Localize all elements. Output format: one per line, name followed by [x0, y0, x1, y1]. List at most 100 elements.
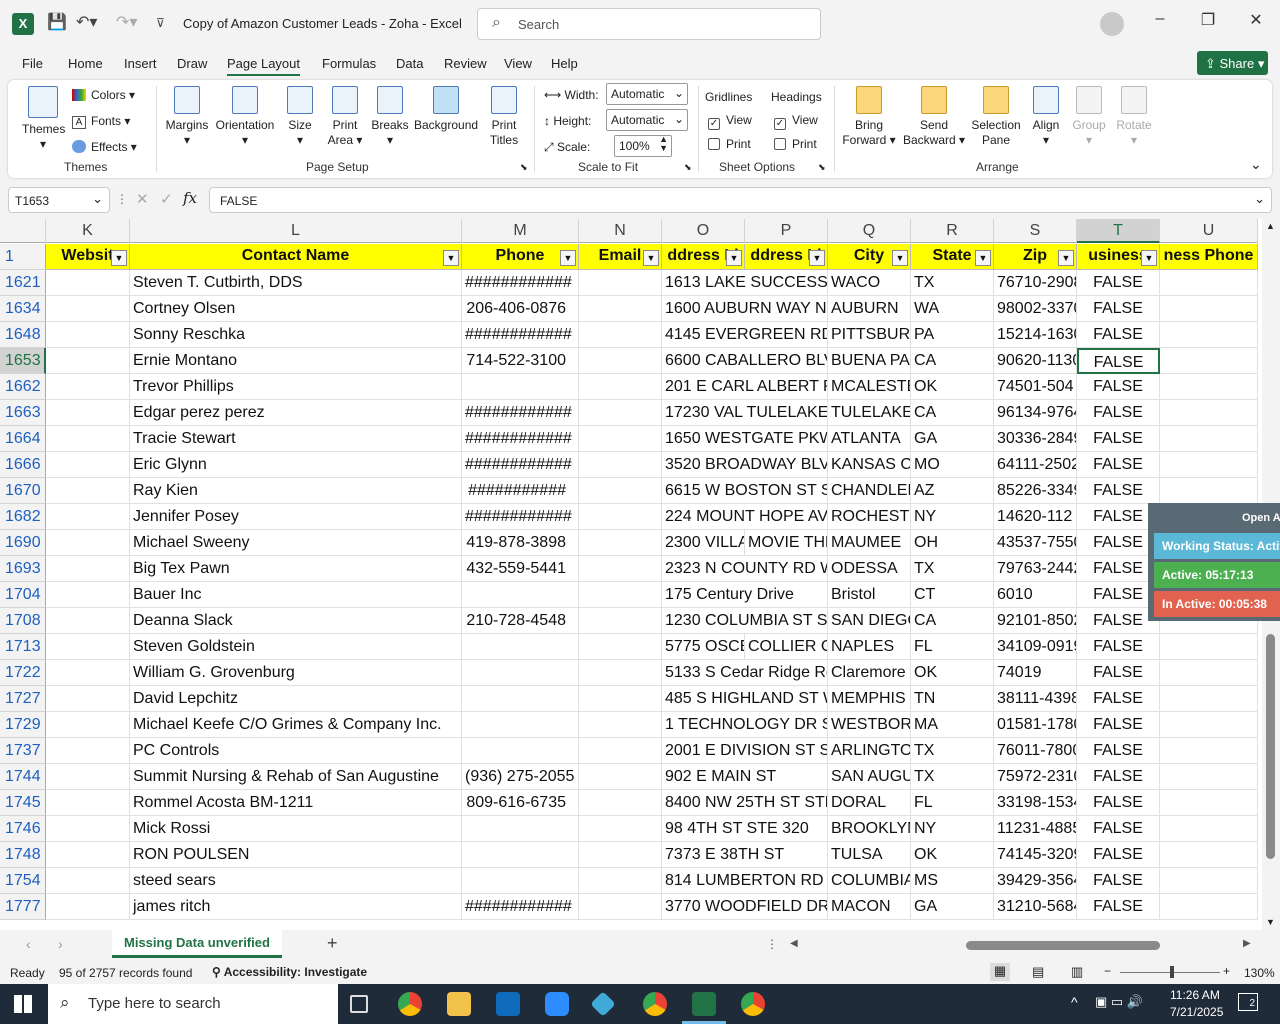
- table-cell[interactable]: [1160, 374, 1258, 400]
- table-cell[interactable]: [462, 816, 579, 842]
- table-cell[interactable]: FALSE: [1077, 842, 1160, 868]
- table-cell[interactable]: [1160, 270, 1258, 296]
- table-cell[interactable]: TX: [911, 270, 994, 296]
- column-header-t[interactable]: T: [1077, 219, 1160, 243]
- row-header[interactable]: 1745: [0, 790, 46, 816]
- table-cell[interactable]: 34109-0919: [994, 634, 1077, 660]
- close-icon[interactable]: ✕: [1241, 10, 1271, 30]
- table-cell[interactable]: [579, 660, 662, 686]
- zoom-icon[interactable]: [545, 992, 569, 1016]
- table-cell[interactable]: Jennifer Posey: [130, 504, 462, 530]
- send-backward-button[interactable]: Send Backward ▾: [902, 86, 966, 148]
- table-cell[interactable]: 432-559-5441: [462, 556, 579, 582]
- scroll-down-icon[interactable]: ▼: [1266, 917, 1275, 927]
- excel-taskbar-icon[interactable]: [692, 992, 716, 1016]
- width-select[interactable]: Automatic ⌄: [606, 83, 688, 105]
- row-header[interactable]: 1648: [0, 322, 46, 348]
- tab-page-layout[interactable]: Page Layout: [227, 56, 301, 76]
- row-header[interactable]: 1670: [0, 478, 46, 504]
- table-cell[interactable]: 485 S HIGHLAND ST W: [662, 686, 828, 712]
- table-cell[interactable]: 90620-1130: [994, 348, 1077, 374]
- table-cell[interactable]: 33198-1534: [994, 790, 1077, 816]
- row-header[interactable]: 1664: [0, 426, 46, 452]
- table-cell[interactable]: TULELAKE: [828, 400, 911, 426]
- table-cell[interactable]: [579, 452, 662, 478]
- table-cell[interactable]: (936) 275-2055: [462, 764, 579, 790]
- table-cell[interactable]: [46, 504, 130, 530]
- row-header[interactable]: 1729: [0, 712, 46, 738]
- table-cell[interactable]: Cortney Olsen: [130, 296, 462, 322]
- table-cell[interactable]: 74019: [994, 660, 1077, 686]
- table-cell[interactable]: FL: [911, 634, 994, 660]
- breaks-button[interactable]: Breaks ▾: [370, 86, 410, 148]
- table-cell[interactable]: TX: [911, 764, 994, 790]
- table-cell[interactable]: [579, 686, 662, 712]
- tab-draw[interactable]: Draw: [177, 56, 207, 71]
- table-cell[interactable]: 2323 N COUNTY RD W: [662, 556, 828, 582]
- row-header[interactable]: 1746: [0, 816, 46, 842]
- tab-data[interactable]: Data: [396, 56, 423, 71]
- table-cell[interactable]: FALSE: [1077, 660, 1160, 686]
- table-cell[interactable]: [579, 634, 662, 660]
- table-cell[interactable]: ############: [462, 270, 579, 296]
- table-cell[interactable]: 210-728-4548: [462, 608, 579, 634]
- table-cell[interactable]: [579, 504, 662, 530]
- table-cell[interactable]: [46, 322, 130, 348]
- name-box[interactable]: T1653 ⌄: [8, 187, 110, 213]
- table-cell[interactable]: CA: [911, 400, 994, 426]
- column-header-s[interactable]: S: [994, 219, 1077, 243]
- table-cell[interactable]: 1 TECHNOLOGY DR S: [662, 712, 828, 738]
- table-cell[interactable]: 98002-3370: [994, 296, 1077, 322]
- table-cell[interactable]: [46, 634, 130, 660]
- table-cell[interactable]: 92101-8502: [994, 608, 1077, 634]
- table-cell[interactable]: [462, 712, 579, 738]
- table-cell[interactable]: ROCHESTER: [828, 504, 911, 530]
- table-cell[interactable]: [579, 322, 662, 348]
- table-cell[interactable]: 2001 E DIVISION ST ST: [662, 738, 828, 764]
- table-cell[interactable]: [46, 608, 130, 634]
- table-cell[interactable]: MOVIE THE: [745, 530, 828, 556]
- table-cell[interactable]: ###########: [462, 478, 579, 504]
- table-cell[interactable]: 11231-4885: [994, 816, 1077, 842]
- table-cell[interactable]: ############: [462, 504, 579, 530]
- table-cell[interactable]: [46, 348, 130, 374]
- table-cell[interactable]: ############: [462, 894, 579, 920]
- column-header-n[interactable]: N: [579, 219, 662, 243]
- table-cell[interactable]: 1230 COLUMBIA ST S: [662, 608, 828, 634]
- table-cell[interactable]: FALSE: [1077, 478, 1160, 504]
- table-cell[interactable]: [1160, 712, 1258, 738]
- row-header[interactable]: 1666: [0, 452, 46, 478]
- table-cell[interactable]: COLLIER C: [745, 634, 828, 660]
- undo-icon[interactable]: ↶▾: [76, 12, 97, 32]
- table-cell[interactable]: KANSAS CITY: [828, 452, 911, 478]
- table-cell[interactable]: 76710-2908: [994, 270, 1077, 296]
- table-cell[interactable]: [579, 400, 662, 426]
- themes-button[interactable]: Themes ▾: [22, 86, 65, 152]
- table-cell[interactable]: CHANDLER: [828, 478, 911, 504]
- add-sheet-icon[interactable]: +: [327, 933, 338, 954]
- table-cell[interactable]: FALSE: [1077, 686, 1160, 712]
- table-cell[interactable]: [46, 530, 130, 556]
- hscroll-right-icon[interactable]: ▶: [1243, 938, 1251, 949]
- table-cell[interactable]: PITTSBURGH: [828, 322, 911, 348]
- print-area-button[interactable]: Print Area ▾: [326, 86, 364, 148]
- zoom-out-icon[interactable]: −: [1104, 964, 1111, 978]
- table-cell[interactable]: [579, 296, 662, 322]
- column-header-k[interactable]: K: [46, 219, 130, 243]
- table-cell[interactable]: [579, 712, 662, 738]
- tab-review[interactable]: Review: [444, 56, 487, 71]
- table-cell[interactable]: OK: [911, 374, 994, 400]
- table-cell[interactable]: SAN AUGUSTINE: [828, 764, 911, 790]
- table-cell[interactable]: TULSA: [828, 842, 911, 868]
- table-cell[interactable]: [46, 452, 130, 478]
- table-cell[interactable]: 85226-3349: [994, 478, 1077, 504]
- worksheet-grid[interactable]: K L M N O P Q R S T U 1 Websit ▼ Contact Name ▼ Phone ▼ Em…: [0, 219, 1262, 930]
- table-cell[interactable]: 43537-7550: [994, 530, 1077, 556]
- table-cell[interactable]: FALSE: [1077, 738, 1160, 764]
- table-cell[interactable]: [46, 426, 130, 452]
- table-cell[interactable]: BUENA PARK: [828, 348, 911, 374]
- table-cell[interactable]: Big Tex Pawn: [130, 556, 462, 582]
- table-cell[interactable]: Sonny Reschka: [130, 322, 462, 348]
- table-cell[interactable]: [579, 764, 662, 790]
- table-cell[interactable]: [1160, 296, 1258, 322]
